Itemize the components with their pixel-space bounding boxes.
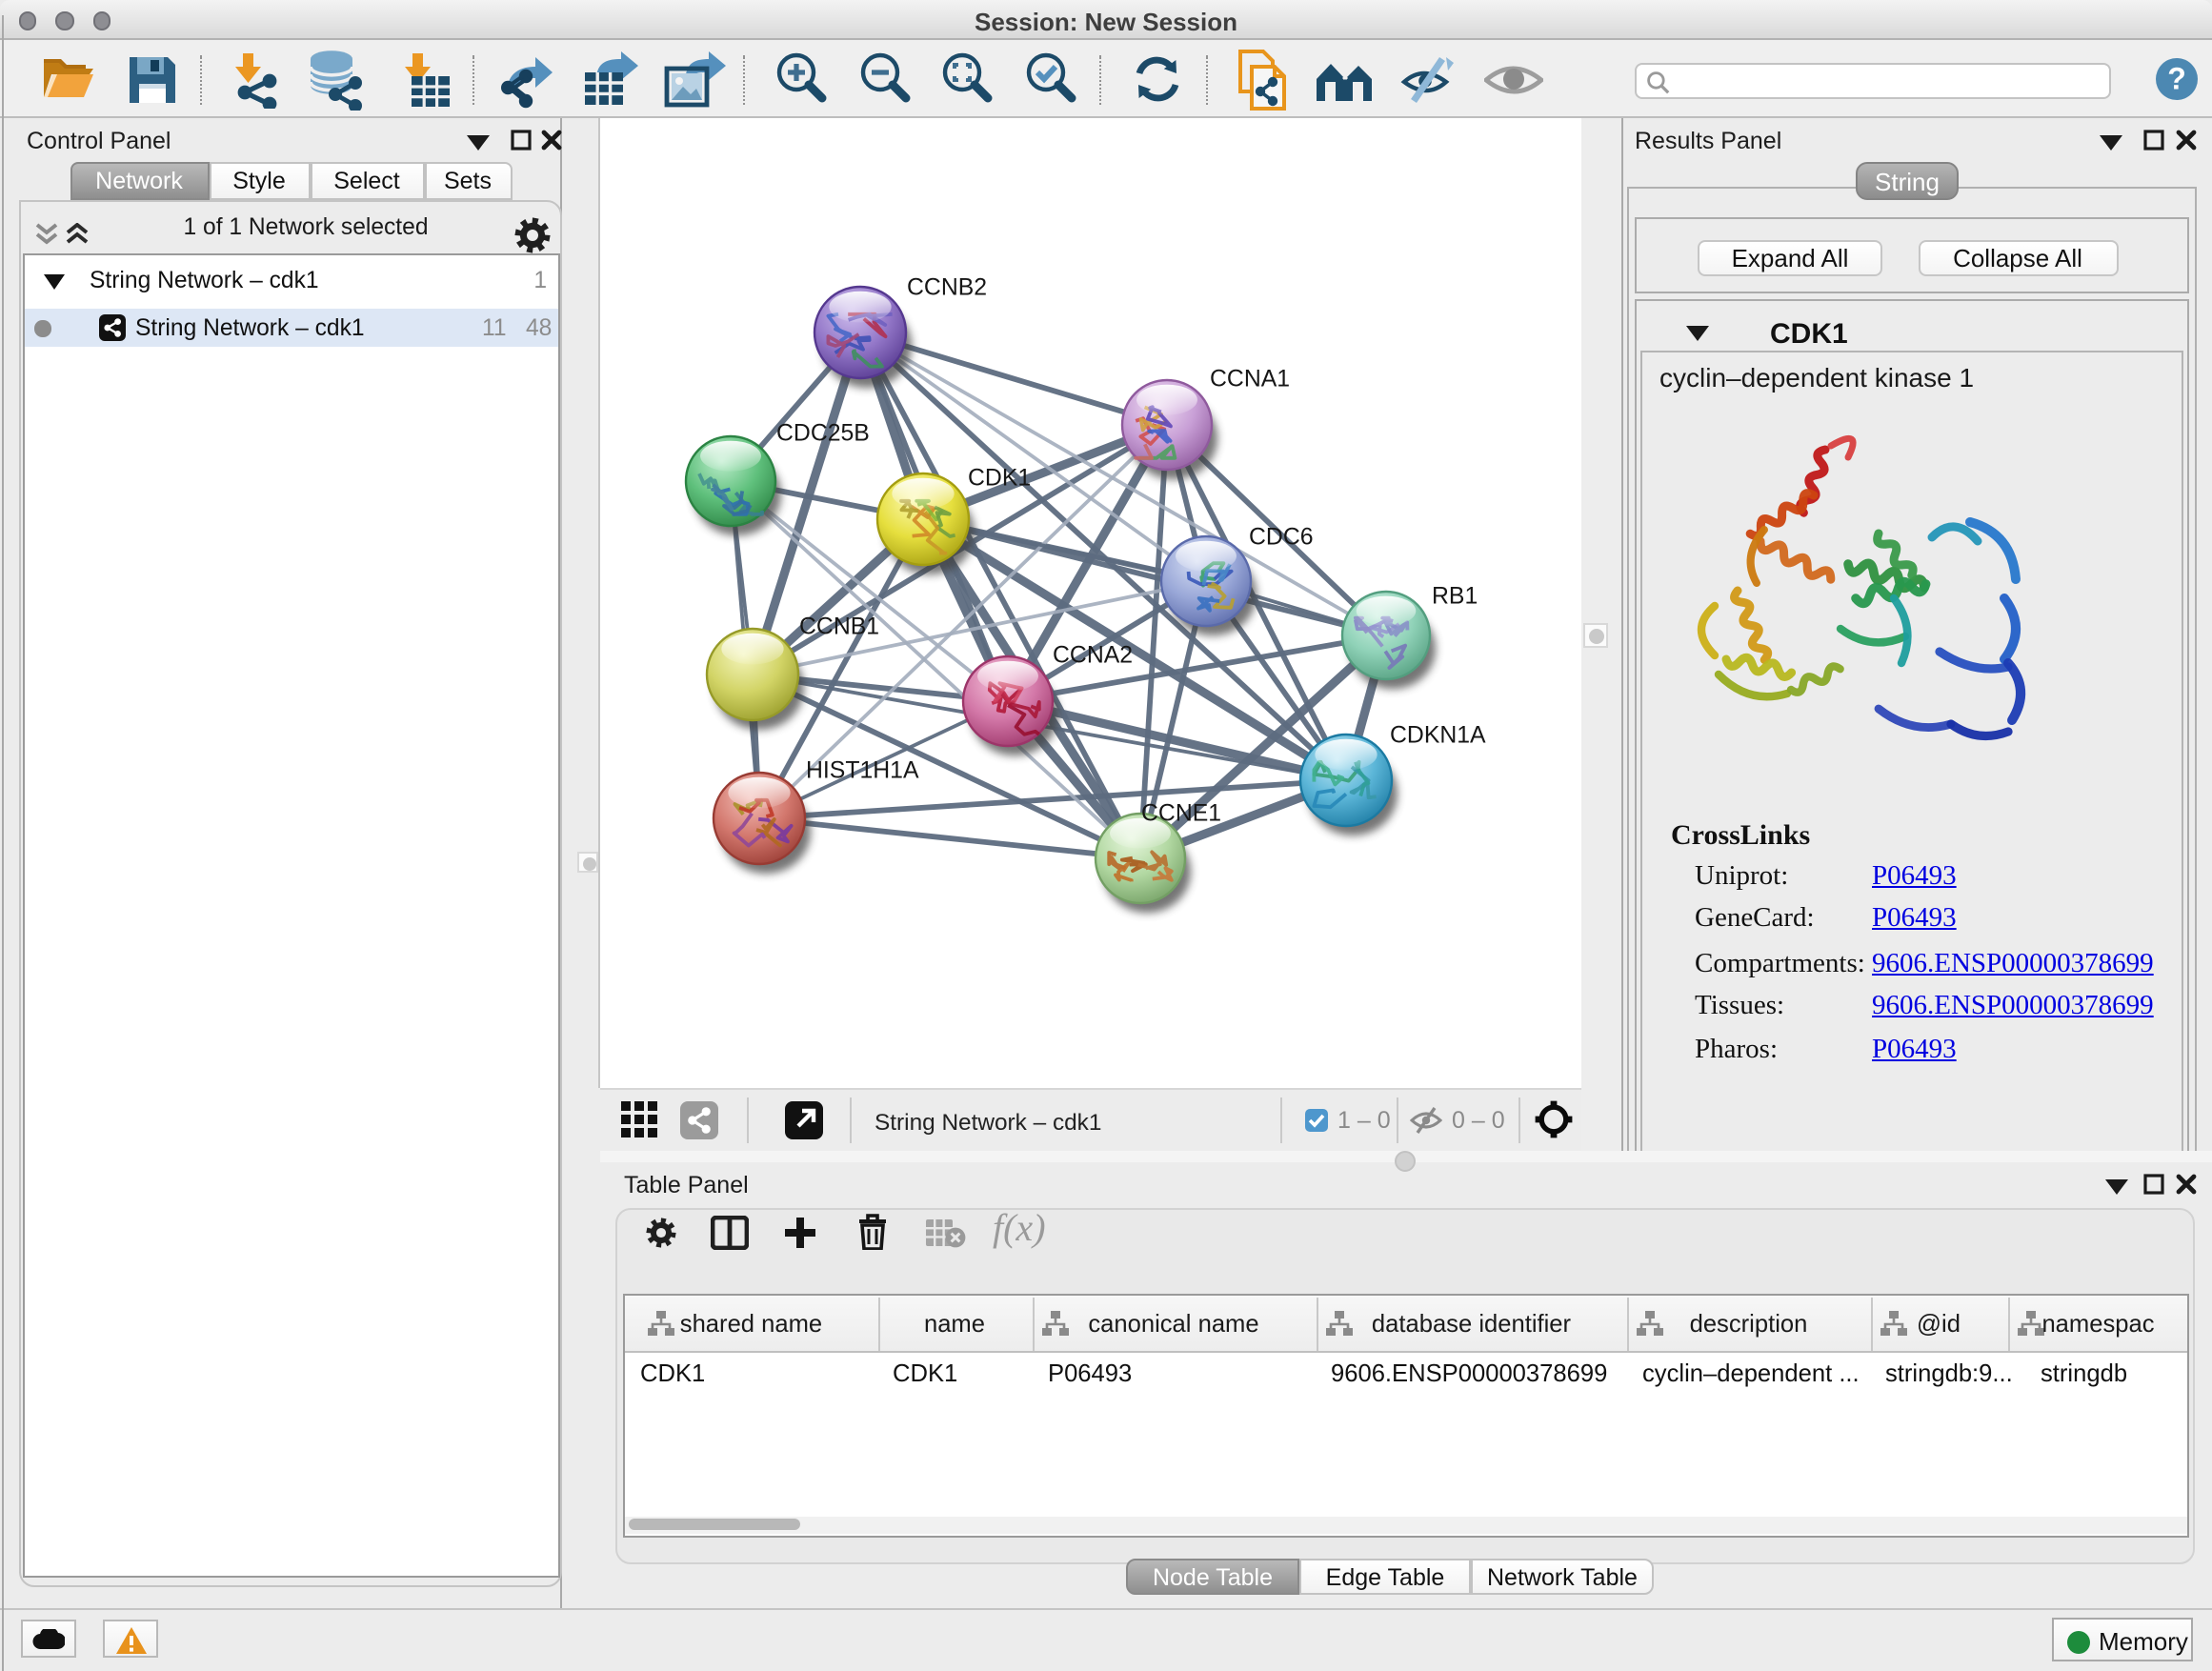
svg-text:CDK1: CDK1 — [968, 465, 1031, 491]
svg-text:CCNA1: CCNA1 — [1210, 366, 1290, 392]
svg-text:CCNB1: CCNB1 — [799, 614, 879, 639]
svg-text:CCNE1: CCNE1 — [1141, 800, 1221, 826]
svg-text:CCNB2: CCNB2 — [907, 274, 987, 300]
svg-text:?: ? — [2167, 62, 2186, 96]
svg-text:CDKN1A: CDKN1A — [1390, 722, 1486, 748]
svg-text:CDC25B: CDC25B — [776, 420, 870, 446]
svg-text:CCNA2: CCNA2 — [1053, 642, 1133, 668]
svg-text:RB1: RB1 — [1432, 583, 1478, 609]
svg-text:CDC6: CDC6 — [1249, 524, 1314, 550]
svg-text:HIST1H1A: HIST1H1A — [806, 757, 919, 783]
